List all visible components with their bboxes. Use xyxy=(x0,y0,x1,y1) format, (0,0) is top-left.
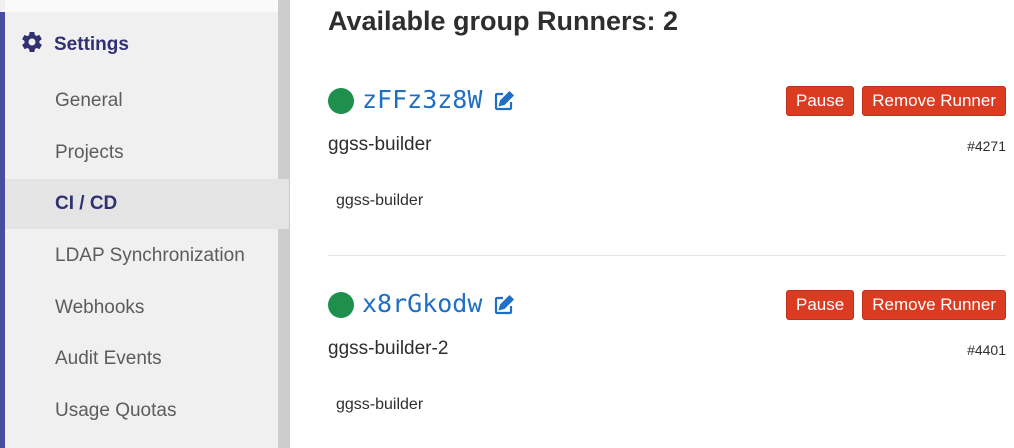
sidebar-top-strip xyxy=(5,0,290,12)
sidebar-item-webhooks[interactable]: Webhooks xyxy=(5,283,289,333)
sidebar-item-projects[interactable]: Projects xyxy=(5,128,289,178)
runner-tag: ggss-builder xyxy=(336,192,424,209)
main-content: Available group Runners: 2 zFFz3z8W Paus… xyxy=(328,0,1008,448)
runner-description: ggss-builder-2 xyxy=(328,338,449,359)
pause-button[interactable]: Pause xyxy=(786,290,855,320)
runner-tag: ggss-builder xyxy=(336,396,424,413)
pause-button[interactable]: Pause xyxy=(786,86,855,116)
app-root: Settings General Projects CI / CD LDAP S… xyxy=(0,0,1014,448)
sidebar-item-ldap-synchronization[interactable]: LDAP Synchronization xyxy=(5,231,289,281)
sidebar: Settings General Projects CI / CD LDAP S… xyxy=(0,0,290,448)
gear-icon xyxy=(20,30,44,60)
runner-status-online-icon xyxy=(328,292,354,318)
remove-runner-button[interactable]: Remove Runner xyxy=(862,86,1006,116)
sidebar-item-usage-quotas[interactable]: Usage Quotas xyxy=(5,386,289,436)
page-title: Available group Runners: 2 xyxy=(328,6,679,36)
sidebar-item-settings[interactable]: Settings xyxy=(20,28,129,62)
sidebar-item-general[interactable]: General xyxy=(5,76,289,126)
edit-icon[interactable] xyxy=(492,89,516,113)
runner-actions: Pause Remove Runner xyxy=(786,290,1006,320)
sidebar-item-ci-cd[interactable]: CI / CD xyxy=(5,179,289,229)
runner-separator xyxy=(328,255,1006,256)
runner-status-online-icon xyxy=(328,88,354,114)
runner-description: ggss-builder xyxy=(328,134,432,155)
runner-actions: Pause Remove Runner xyxy=(786,86,1006,116)
remove-runner-button[interactable]: Remove Runner xyxy=(862,290,1006,320)
sidebar-header-label: Settings xyxy=(54,34,129,55)
runner-token-link[interactable]: x8rGkodw xyxy=(362,289,482,318)
sidebar-item-audit-events[interactable]: Audit Events xyxy=(5,334,289,384)
runner-id: #4401 xyxy=(967,342,1006,358)
runner-id: #4271 xyxy=(967,138,1006,154)
runner-token-link[interactable]: zFFz3z8W xyxy=(362,85,482,114)
edit-icon[interactable] xyxy=(492,293,516,317)
